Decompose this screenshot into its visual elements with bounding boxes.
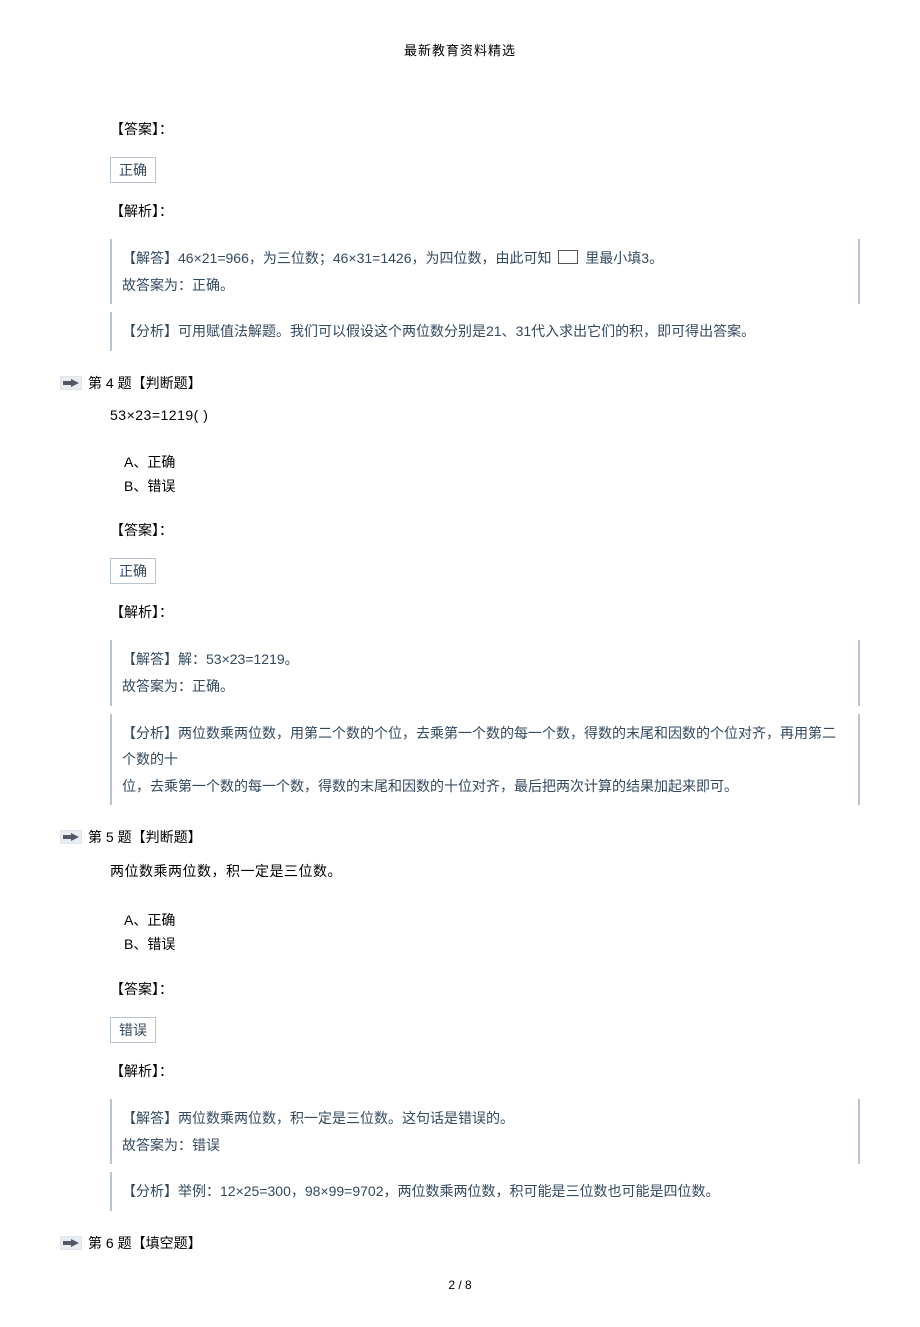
q5-answer-label: 【答案】： — [110, 979, 860, 999]
arrow-icon — [60, 830, 82, 844]
option-letter: B、 — [124, 936, 147, 952]
option-a: A、正确 — [124, 451, 860, 475]
explain-line: 故答案为：正确。 — [122, 272, 848, 299]
analysis-box: 【分析】两位数乘两位数，用第二个数的个位，去乘第一个数的每一个数，得数的末尾和因… — [110, 714, 860, 806]
option-text: 正确 — [147, 454, 175, 470]
q4-header: 第 4 题【判断题】 — [60, 373, 860, 393]
question-title: 第 5 题【判断题】 — [88, 827, 202, 847]
analysis-text: 【分析】可用赋值法解题。我们可以假设这个两位数分别是21、31代入求出它们的积，… — [122, 318, 850, 345]
explain-line: 【解答】46×21=966，为三位数；46×31=1426，为四位数，由此可知 … — [122, 245, 848, 272]
analysis-box: 【分析】举例：12×25=300，98×99=9702，两位数乘两位数，积可能是… — [110, 1172, 860, 1211]
explain-text-b: 里最小填3。 — [581, 250, 663, 266]
q4-explain-wrap: 【解答】解：53×23=1219。 故答案为：正确。 【分析】两位数乘两位数，用… — [110, 640, 860, 805]
option-letter: A、 — [124, 912, 147, 928]
q4-analysis-label: 【解析】： — [110, 602, 860, 622]
analysis-text: 【分析】举例：12×25=300，98×99=9702，两位数乘两位数，积可能是… — [122, 1178, 850, 1205]
analysis-box: 【分析】可用赋值法解题。我们可以假设这个两位数分别是21、31代入求出它们的积，… — [110, 312, 860, 351]
option-letter: A、 — [124, 454, 147, 470]
option-a: A、正确 — [124, 909, 860, 933]
question-title: 第 4 题【判断题】 — [88, 373, 202, 393]
answer-value: 错误 — [110, 1017, 156, 1043]
option-letter: B、 — [124, 478, 147, 494]
q5-question: 两位数乘两位数，积一定是三位数。 — [110, 861, 860, 881]
explain-line: 【解答】解：53×23=1219。 — [122, 646, 848, 673]
q3-explain-box-wrap: 【解答】46×21=966，为三位数；46×31=1426，为四位数，由此可知 … — [110, 239, 860, 351]
q5-options: A、正确 B、错误 — [124, 909, 860, 957]
q5-explain-wrap: 【解答】两位数乘两位数，积一定是三位数。这句话是错误的。 故答案为：错误 【分析… — [110, 1099, 860, 1211]
option-b: B、错误 — [124, 933, 860, 957]
analysis-label: 【解析】： — [110, 203, 173, 219]
q3-answer-value-wrap: 正确 — [110, 157, 860, 183]
q4-question: 53×23=1219( ) — [110, 407, 860, 423]
explain-text-a: 【解答】46×21=966，为三位数；46×31=1426，为四位数，由此可知 — [122, 250, 555, 266]
q3-answer-label: 【答案】： — [110, 119, 860, 139]
q3-analysis-label: 【解析】： — [110, 201, 860, 221]
answer-label: 【答案】： — [110, 981, 173, 997]
explain-box: 【解答】两位数乘两位数，积一定是三位数。这句话是错误的。 故答案为：错误 — [110, 1099, 860, 1164]
blank-box-icon — [558, 250, 578, 264]
page: 最新教育资料精选 【答案】： 正确 【解析】： 【解答】46×21=966，为三… — [0, 0, 920, 1327]
explain-line: 故答案为：错误 — [122, 1132, 848, 1159]
q4-options: A、正确 B、错误 — [124, 451, 860, 499]
analysis-label: 【解析】： — [110, 604, 173, 620]
q5-header: 第 5 题【判断题】 — [60, 827, 860, 847]
analysis-text: 【分析】两位数乘两位数，用第二个数的个位，去乘第一个数的每一个数，得数的末尾和因… — [122, 720, 848, 773]
option-b: B、错误 — [124, 475, 860, 499]
arrow-icon — [60, 376, 82, 390]
answer-label: 【答案】： — [110, 522, 173, 538]
page-header: 最新教育资料精选 — [60, 40, 860, 59]
answer-value: 正确 — [110, 558, 156, 584]
q6-header: 第 6 题【填空题】 — [60, 1233, 860, 1253]
arrow-icon — [60, 1236, 82, 1250]
q5-analysis-label: 【解析】： — [110, 1061, 860, 1081]
q4-answer-value-wrap: 正确 — [110, 558, 860, 584]
page-footer: 2 / 8 — [0, 1278, 920, 1292]
explain-box: 【解答】解：53×23=1219。 故答案为：正确。 — [110, 640, 860, 705]
q5-answer-value-wrap: 错误 — [110, 1017, 860, 1043]
question-title: 第 6 题【填空题】 — [88, 1233, 202, 1253]
explain-line: 故答案为：正确。 — [122, 673, 848, 700]
analysis-text: 位，去乘第一个数的每一个数，得数的末尾和因数的十位对齐，最后把两次计算的结果加起… — [122, 773, 848, 800]
answer-value: 正确 — [110, 157, 156, 183]
option-text: 正确 — [147, 912, 175, 928]
option-text: 错误 — [147, 936, 175, 952]
explain-line: 【解答】两位数乘两位数，积一定是三位数。这句话是错误的。 — [122, 1105, 848, 1132]
explain-box: 【解答】46×21=966，为三位数；46×31=1426，为四位数，由此可知 … — [110, 239, 860, 304]
option-text: 错误 — [147, 478, 175, 494]
answer-label: 【答案】： — [110, 121, 173, 137]
analysis-label: 【解析】： — [110, 1063, 173, 1079]
q4-answer-label: 【答案】： — [110, 520, 860, 540]
